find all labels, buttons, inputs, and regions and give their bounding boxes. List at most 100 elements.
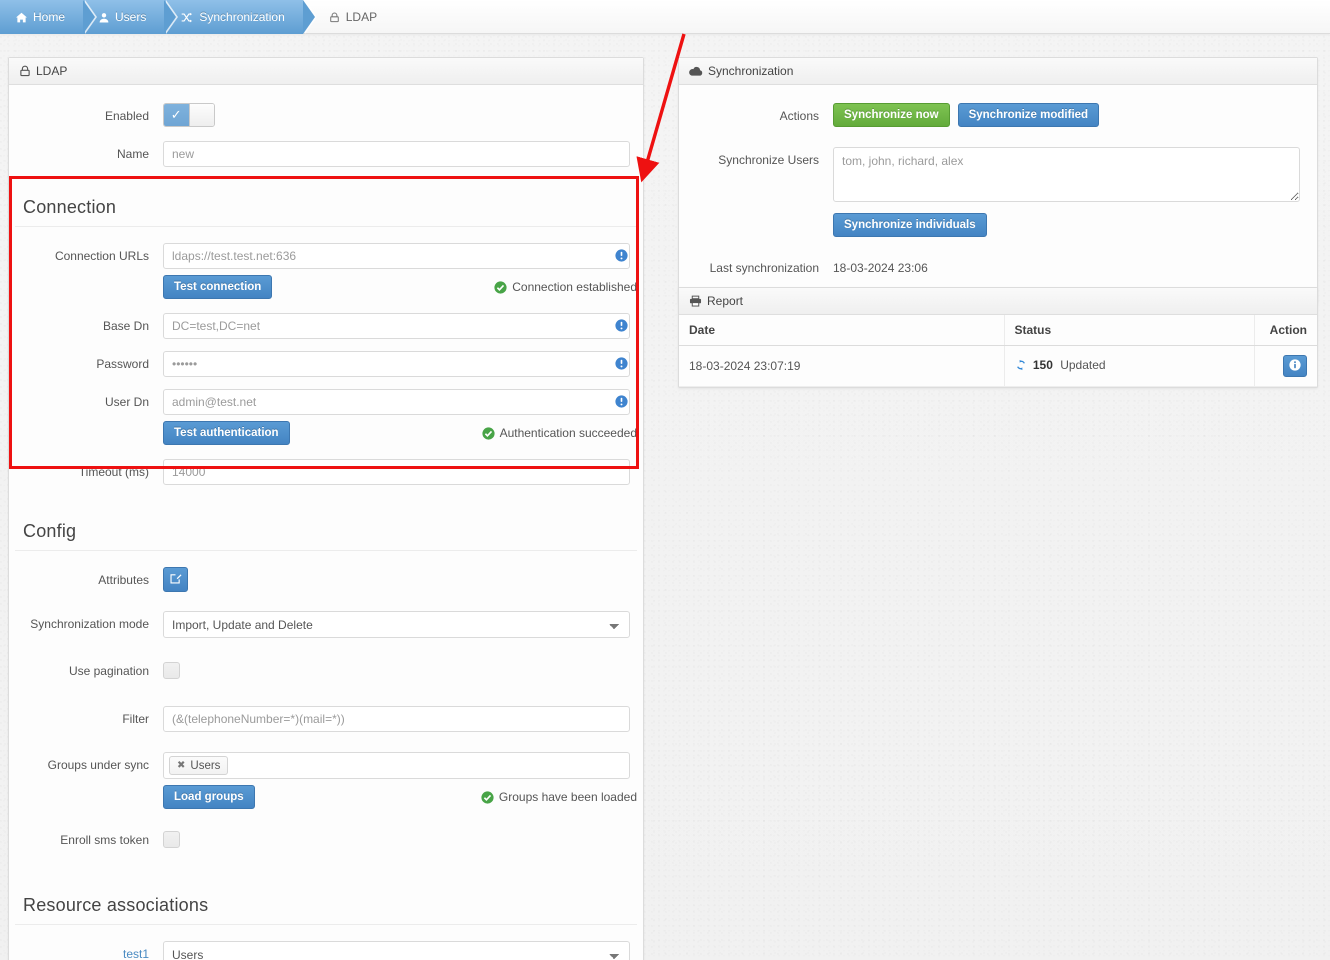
info-icon (1289, 358, 1301, 374)
password-label: Password (96, 357, 149, 371)
field-user-dn: User Dn (15, 389, 637, 415)
field-base-dn: Base Dn (15, 313, 637, 339)
field-enabled: Enabled ✓ (15, 103, 637, 129)
breadcrumb-label: Synchronization (199, 10, 285, 24)
toggle-knob (188, 104, 214, 126)
groups-status-text: Groups have been loaded (498, 790, 637, 804)
ldap-panel-body: Enabled ✓ Name Connection (9, 85, 643, 960)
load-groups-button[interactable]: Load groups (163, 785, 255, 809)
synchronize-modified-button[interactable]: Synchronize modified (957, 103, 1100, 127)
info-icon[interactable] (615, 319, 628, 332)
groups-under-sync-label: Groups under sync (47, 758, 149, 772)
refresh-icon (1015, 359, 1027, 374)
breadcrumb-item-home[interactable]: Home (0, 0, 98, 34)
filter-label: Filter (122, 712, 149, 726)
report-table-header-row: Date Status Action (679, 315, 1317, 346)
field-attributes: Attributes (15, 567, 637, 593)
synchronization-panel-body: Actions Synchronize now Synchronize modi… (679, 85, 1317, 303)
row-test-authentication: Test authentication Authentication succe… (15, 421, 637, 445)
synchronize-users-textarea[interactable] (833, 147, 1300, 202)
base-dn-input[interactable] (163, 313, 630, 339)
test-authentication-button[interactable]: Test authentication (163, 421, 290, 445)
ldap-panel: LDAP Enabled ✓ Name new Connection Conne… (8, 57, 644, 960)
report-status-count: 150 (1032, 358, 1053, 372)
enabled-toggle[interactable]: ✓ (163, 103, 215, 127)
field-enroll-sms-token: Enroll sms token (15, 827, 637, 853)
report-cell-date: 18-03-2024 23:07:19 (679, 345, 1004, 387)
enroll-sms-token-checkbox[interactable] (163, 831, 180, 848)
field-groups-under-sync: Groups under sync ✖ Users (15, 752, 637, 779)
use-pagination-label: Use pagination (68, 664, 149, 678)
breadcrumb: Home Users Synchronization LDAP (0, 0, 1330, 34)
resource-association-select[interactable]: Users (163, 941, 630, 960)
home-icon (16, 12, 27, 23)
report-col-action: Action (1253, 315, 1317, 346)
connection-section: Connection Connection URLs Test connecti… (15, 185, 637, 485)
group-tag[interactable]: ✖ Users (169, 756, 229, 775)
user-dn-input[interactable] (163, 389, 630, 415)
synchronize-now-button[interactable]: Synchronize now (833, 103, 950, 127)
report-table: Date Status Action 18-03-2024 23:07:19 1… (679, 315, 1317, 387)
field-actions: Actions Synchronize now Synchronize modi… (685, 103, 1311, 129)
info-icon[interactable] (615, 249, 628, 262)
report-info-button[interactable] (1283, 355, 1307, 377)
synchronize-individuals-button[interactable]: Synchronize individuals (833, 213, 987, 237)
breadcrumb-item-synchronization[interactable]: Synchronization (164, 0, 318, 34)
sync-mode-select[interactable]: Import, Update and Delete (163, 611, 630, 638)
filter-input[interactable] (163, 706, 630, 732)
groups-under-sync-tagbox[interactable]: ✖ Users (163, 752, 630, 779)
info-icon[interactable] (615, 357, 628, 370)
connection-status-text: Connection established (512, 280, 637, 294)
report-col-date: Date (679, 315, 1004, 346)
enabled-label: Enabled (104, 109, 149, 123)
authentication-status: Authentication succeeded (481, 426, 637, 440)
report-panel: Report Date Status Action 18-03-2024 23:… (678, 287, 1318, 388)
config-section: Config Attributes Synchronization mode I… (15, 509, 637, 853)
use-pagination-checkbox[interactable] (163, 662, 180, 679)
resource-link-test1[interactable]: test1 (123, 947, 149, 960)
actions-label: Actions (779, 109, 819, 123)
page-root: Home Users Synchronization LDAP LDAP Ena… (0, 0, 1330, 960)
synchronization-panel: Synchronization Actions Synchronize now … (678, 57, 1318, 304)
synchronize-users-label: Synchronize Users (718, 153, 819, 167)
attributes-label: Attributes (98, 573, 149, 587)
last-synchronization-value: 18-03-2024 23:06 (833, 261, 928, 275)
name-input[interactable] (163, 141, 630, 167)
check-circle-icon (481, 790, 494, 804)
lock-icon (19, 65, 31, 77)
resource-associations-title: Resource associations (15, 883, 637, 925)
shuffle-icon (180, 12, 193, 23)
printer-icon (689, 295, 702, 307)
config-section-title: Config (15, 509, 637, 551)
field-timeout: Timeout (ms) (15, 459, 637, 485)
report-cell-status: 150 Updated (1003, 345, 1254, 387)
group-tag-label: Users (190, 759, 221, 772)
test-connection-button[interactable]: Test connection (163, 275, 273, 299)
remove-tag-icon[interactable]: ✖ (177, 760, 185, 771)
field-filter: Filter (15, 706, 637, 732)
field-last-synchronization: Last synchronization 18-03-2024 23:06 (685, 255, 1311, 281)
lock-icon (329, 12, 340, 23)
check-circle-icon (494, 280, 507, 294)
password-input[interactable] (163, 351, 630, 377)
groups-status: Groups have been loaded (481, 790, 637, 804)
row-synchronize-individuals: Synchronize individuals (685, 213, 1311, 237)
cloud-icon (689, 65, 703, 77)
connection-urls-input[interactable] (163, 243, 630, 269)
breadcrumb-label: Users (115, 10, 147, 24)
user-icon (99, 12, 109, 23)
info-icon[interactable] (615, 395, 628, 408)
report-status-text: Updated (1060, 358, 1106, 372)
timeout-label: Timeout (ms) (78, 465, 149, 479)
timeout-input[interactable] (163, 459, 630, 485)
field-password: Password (15, 351, 637, 377)
resource-associations-section: Resource associations test1 Users (15, 883, 637, 960)
enroll-sms-token-label: Enroll sms token (60, 833, 149, 847)
sync-mode-label: Synchronization mode (30, 617, 149, 631)
ldap-panel-title: LDAP (36, 64, 68, 78)
report-panel-title: Report (707, 294, 744, 308)
edit-square-icon (169, 572, 182, 588)
attributes-edit-button[interactable] (163, 567, 188, 592)
connection-urls-label: Connection URLs (54, 249, 149, 263)
synchronization-panel-header: Synchronization (679, 58, 1317, 85)
